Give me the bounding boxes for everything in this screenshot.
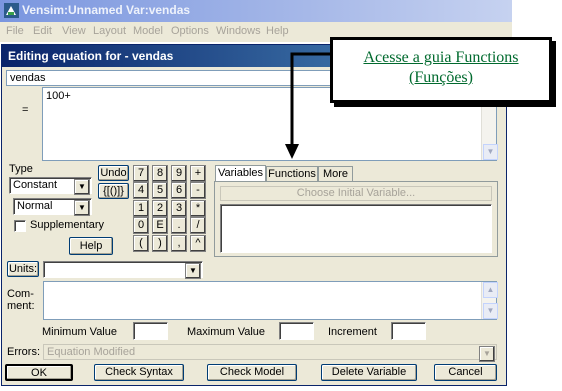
menu-file[interactable]: File — [6, 25, 24, 37]
key-divide[interactable]: / — [190, 217, 206, 234]
scroll-up-icon[interactable]: ▲ — [483, 282, 498, 298]
window-title-bar: Vensim:Unnamed Var:vendas — [0, 0, 512, 22]
callout-line1: Acesse a guia Functions — [363, 49, 519, 66]
vensim-app-icon — [4, 3, 19, 18]
key-9[interactable]: 9 — [171, 165, 187, 182]
minimum-value-label: Minimum Value — [42, 326, 117, 338]
key-plus[interactable]: + — [190, 165, 206, 182]
minimum-value-input[interactable] — [133, 322, 168, 340]
chevron-down-icon[interactable]: ▼ — [185, 263, 201, 279]
maximum-value-input[interactable] — [279, 322, 314, 340]
variable-name-text: vendas — [10, 72, 46, 84]
key-3[interactable]: 3 — [171, 200, 187, 217]
scroll-down-icon[interactable]: ▼ — [483, 144, 498, 160]
key-comma[interactable]: , — [171, 235, 187, 252]
cancel-button[interactable]: Cancel — [434, 364, 497, 381]
errors-field: Equation Modified ▼ — [43, 344, 497, 362]
menu-options[interactable]: Options — [171, 25, 209, 37]
delete-variable-button[interactable]: Delete Variable — [321, 364, 417, 381]
supplementary-checkbox[interactable] — [14, 220, 26, 232]
units-select[interactable]: ▼ — [43, 261, 203, 279]
errors-label: Errors: — [7, 346, 40, 358]
chevron-down-icon: ▼ — [479, 346, 495, 362]
variables-list[interactable] — [220, 204, 492, 253]
key-0[interactable]: 0 — [133, 217, 149, 234]
key-dot[interactable]: . — [171, 217, 187, 234]
type-value: Constant — [13, 179, 58, 191]
key-8[interactable]: 8 — [152, 165, 168, 182]
key-1[interactable]: 1 — [133, 200, 149, 217]
check-model-button[interactable]: Check Model — [207, 364, 297, 381]
dialog-title: Editing equation for - vendas — [8, 49, 174, 63]
units-button[interactable]: Units: — [7, 261, 39, 277]
key-multiply[interactable]: * — [190, 200, 206, 217]
choose-initial-variable-label: Choose Initial Variable... — [296, 187, 416, 199]
callout-line2: (Funções) — [409, 69, 473, 86]
subtype-value: Normal — [17, 200, 53, 212]
menu-help[interactable]: Help — [266, 25, 289, 37]
tab-functions[interactable]: Functions — [266, 166, 318, 182]
comment-scrollbar[interactable]: ▲ ▼ — [481, 282, 498, 319]
key-open-paren[interactable]: ( — [133, 235, 149, 252]
key-close-paren[interactable]: ) — [152, 235, 168, 252]
key-minus[interactable]: - — [190, 182, 206, 199]
equals-sign: = — [22, 104, 29, 116]
keypad: 7 8 9 + 4 5 6 - 1 2 3 * 0 E . / ( ) , ^ — [133, 165, 208, 255]
type-select[interactable]: Constant ▼ — [9, 177, 92, 195]
key-4[interactable]: 4 — [133, 182, 149, 199]
choose-initial-variable-button[interactable]: Choose Initial Variable... — [220, 186, 492, 201]
subtype-select[interactable]: Normal ▼ — [13, 198, 92, 216]
errors-value: Equation Modified — [47, 346, 136, 358]
window-title: Vensim:Unnamed Var:vendas — [22, 3, 191, 17]
comment-input[interactable]: ▲ ▼ — [43, 281, 498, 320]
help-button[interactable]: Help — [69, 237, 113, 255]
menu-windows[interactable]: Windows — [216, 25, 261, 37]
menu-view[interactable]: View — [62, 25, 86, 37]
chevron-down-icon[interactable]: ▼ — [74, 179, 90, 195]
key-5[interactable]: 5 — [152, 182, 168, 199]
comment-label-line2: ment: — [7, 300, 35, 312]
type-label: Type — [9, 163, 33, 175]
callout-box: Acesse a guia Functions (Funções) — [330, 37, 552, 103]
increment-input[interactable] — [391, 322, 426, 340]
supplementary-label: Supplementary — [30, 219, 104, 231]
key-e[interactable]: E — [152, 217, 168, 234]
comment-label-line1: Com- — [7, 288, 34, 300]
tab-more[interactable]: More — [318, 166, 353, 182]
tab-panel: Choose Initial Variable... — [214, 181, 498, 257]
key-7[interactable]: 7 — [133, 165, 149, 182]
ok-button[interactable]: OK — [5, 364, 73, 381]
menu-model[interactable]: Model — [133, 25, 163, 37]
menu-layout[interactable]: Layout — [93, 25, 126, 37]
chevron-down-icon[interactable]: ▼ — [74, 200, 90, 216]
equation-text: 100+ — [46, 90, 71, 102]
brackets-button[interactable]: {[()]} — [98, 183, 129, 199]
increment-label: Increment — [328, 326, 377, 338]
key-6[interactable]: 6 — [171, 182, 187, 199]
scroll-down-icon[interactable]: ▼ — [483, 303, 498, 319]
tab-variables[interactable]: Variables — [215, 165, 266, 182]
maximum-value-label: Maximum Value — [187, 326, 266, 338]
check-syntax-button[interactable]: Check Syntax — [94, 364, 184, 381]
undo-button[interactable]: Undo — [98, 165, 129, 181]
key-power[interactable]: ^ — [190, 235, 206, 252]
key-2[interactable]: 2 — [152, 200, 168, 217]
menu-edit[interactable]: Edit — [33, 25, 52, 37]
